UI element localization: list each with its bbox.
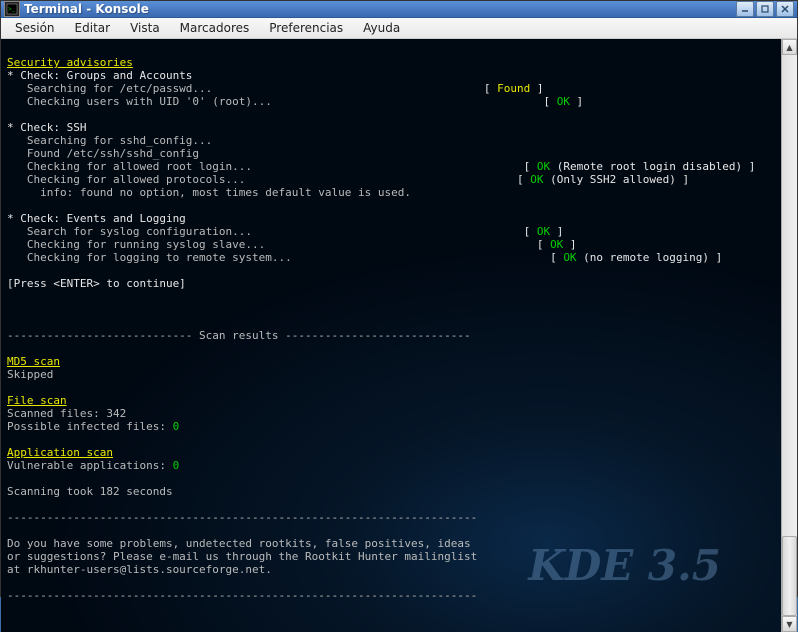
scroll-thumb[interactable] [782, 536, 797, 616]
status-ok: OK [530, 173, 543, 186]
status-ok: OK [557, 95, 570, 108]
output-line: Possible infected files: [7, 420, 173, 433]
menu-preferencias[interactable]: Preferencias [259, 18, 353, 38]
menu-marcadores[interactable]: Marcadores [170, 18, 260, 38]
scanned-count: 342 [106, 407, 126, 420]
footer-text: at rkhunter-users@lists.sourceforge.net. [7, 563, 272, 576]
window-controls [736, 1, 794, 17]
output-line: Searching for /etc/passwd... [7, 82, 212, 95]
footer-text: Do you have some problems, undetected ro… [7, 537, 471, 550]
output-line: Skipped [7, 368, 53, 381]
status-found: Found [497, 82, 530, 95]
output-line: Scanned files: [7, 407, 106, 420]
output-line: Checking users with UID '0' (root)... [7, 95, 272, 108]
output-line: Scanning took 182 seconds [7, 485, 173, 498]
section-header: Security advisories [7, 56, 133, 69]
titlebar[interactable]: >_ Terminal - Konsole [1, 1, 797, 18]
output-line: Vulnerable applications: [7, 459, 173, 472]
status-note: (no remote logging) [577, 251, 716, 264]
status-note: (Remote root login disabled) [550, 160, 749, 173]
divider: ---------------------------- Scan result… [7, 329, 471, 342]
window-title: Terminal - Konsole [24, 2, 736, 16]
maximize-button[interactable] [756, 1, 774, 17]
output-line: Checking for logging to remote system... [7, 251, 292, 264]
konsole-window: >_ Terminal - Konsole Sesión Editar Vist… [0, 0, 798, 597]
terminal-icon: >_ [4, 1, 20, 17]
scroll-track[interactable] [782, 55, 797, 616]
section-header: MD5 scan [7, 355, 60, 368]
divider: ----------------------------------------… [7, 511, 477, 524]
output-line: Checking for allowed protocols... [7, 173, 245, 186]
output-line: Search for syslog configuration... [7, 225, 252, 238]
output-line: Found /etc/ssh/sshd_config [7, 147, 199, 160]
minimize-button[interactable] [736, 1, 754, 17]
section-header: File scan [7, 394, 67, 407]
scrollbar[interactable]: ▲ ▼ [781, 39, 797, 632]
prompt-line: [Press <ENTER> to continue] [7, 277, 186, 290]
terminal-container: Security advisories * Check: Groups and … [1, 39, 797, 632]
menu-editar[interactable]: Editar [65, 18, 121, 38]
menu-ayuda[interactable]: Ayuda [353, 18, 410, 38]
footer-text: or suggestions? Please e-mail us through… [7, 550, 477, 563]
check-line: * Check: SSH [7, 121, 86, 134]
status-ok: OK [537, 225, 550, 238]
output-line: Searching for sshd_config... [7, 134, 212, 147]
menubar: Sesión Editar Vista Marcadores Preferenc… [1, 18, 797, 39]
status-ok: OK [563, 251, 576, 264]
output-line: Checking for allowed root login... [7, 160, 252, 173]
status-ok: OK [550, 238, 563, 251]
output-line: info: found no option, most times defaul… [7, 186, 411, 199]
scroll-down-button[interactable]: ▼ [782, 616, 797, 632]
check-line: * Check: Groups and Accounts [7, 69, 192, 82]
scroll-up-button[interactable]: ▲ [782, 39, 797, 55]
svg-text:>_: >_ [8, 6, 16, 13]
vuln-count: 0 [173, 459, 180, 472]
status-ok: OK [537, 160, 550, 173]
output-line: Checking for running syslog slave... [7, 238, 265, 251]
divider: ----------------------------------------… [7, 589, 477, 602]
check-line: * Check: Events and Logging [7, 212, 186, 225]
close-button[interactable] [776, 1, 794, 17]
terminal-output[interactable]: Security advisories * Check: Groups and … [1, 39, 781, 632]
section-header: Application scan [7, 446, 113, 459]
menu-vista[interactable]: Vista [120, 18, 170, 38]
menu-sesion[interactable]: Sesión [5, 18, 65, 38]
infected-count: 0 [173, 420, 180, 433]
kde-watermark: KDE 3.5 [528, 559, 721, 572]
status-note: (Only SSH2 allowed) [543, 173, 682, 186]
